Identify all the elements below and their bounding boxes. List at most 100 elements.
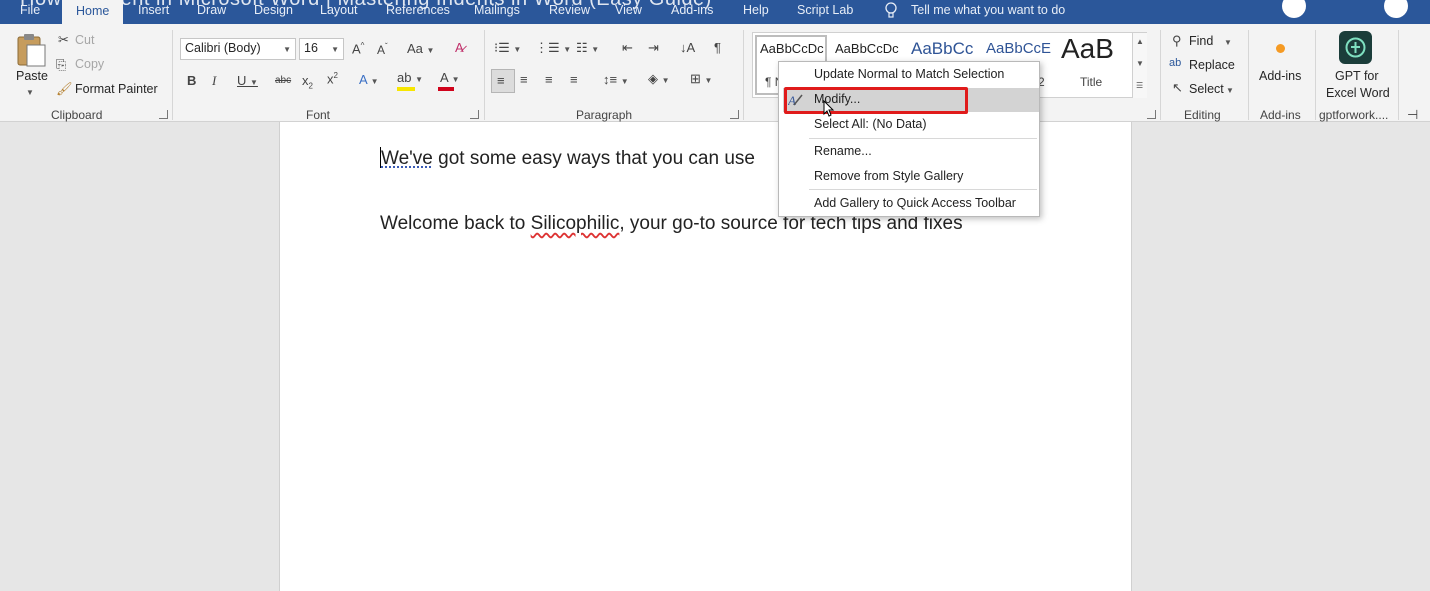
font-color-bar (438, 87, 454, 91)
chevron-down-icon[interactable]: ▼ (1136, 59, 1144, 68)
tab-layout[interactable]: Layout (320, 3, 358, 17)
italic-icon[interactable]: I (212, 73, 216, 89)
add-ins-icon[interactable] (1276, 44, 1285, 53)
gpt-logo-icon[interactable] (1339, 31, 1372, 64)
tab-file[interactable]: File (20, 3, 40, 17)
line-spacing-icon[interactable]: ↕≡ ▼ (603, 72, 629, 87)
copy-icon[interactable]: ⎘ (56, 57, 66, 73)
tab-insert[interactable]: Insert (138, 3, 169, 17)
tab-add-ins[interactable]: Add-ins (671, 3, 713, 17)
chevron-up-icon[interactable]: ▲ (1136, 37, 1144, 46)
pin-ribbon-icon[interactable]: ⊣ (1407, 107, 1418, 123)
tab-draw[interactable]: Draw (197, 3, 226, 17)
font-size-select[interactable]: 16 ▼ (299, 38, 344, 60)
underline-icon[interactable]: U ▼ (237, 73, 258, 88)
find-icon[interactable]: ⚲ (1172, 33, 1182, 49)
paragraph-launcher-icon[interactable] (730, 110, 739, 119)
copy-button[interactable]: Copy (75, 57, 104, 71)
scissors-icon[interactable]: ✂ (58, 32, 69, 48)
find-button[interactable]: Find (1189, 34, 1213, 48)
align-center-icon[interactable]: ≡ (520, 72, 528, 87)
style-preview-heading2: AaBbCcE (986, 40, 1052, 57)
tab-view[interactable]: View (615, 3, 642, 17)
gallery-scroll[interactable]: ▲ ▼ ☰ (1132, 33, 1147, 98)
paste-icon[interactable] (14, 32, 48, 68)
subscript-icon[interactable]: x2 (302, 73, 313, 91)
justify-icon[interactable]: ≡ (570, 72, 578, 87)
editing-group-label: Editing (1184, 108, 1221, 122)
align-left-button[interactable]: ≡ (491, 69, 515, 93)
style-preview-heading1: AaBbCc (911, 39, 974, 58)
strikethrough-icon[interactable]: abc (275, 75, 291, 86)
paragraph-group-label: Paragraph (576, 108, 633, 122)
clear-formatting-icon[interactable]: A̷ (455, 40, 464, 55)
decrease-indent-icon[interactable]: ⇤ (622, 40, 633, 56)
chevron-down-icon[interactable]: ▼ (1224, 38, 1232, 47)
line1-text: got some easy ways that you can use (432, 148, 755, 169)
tab-script-lab[interactable]: Script Lab (797, 3, 853, 17)
menu-item-add-gallery-qat[interactable]: Add Gallery to Quick Access Toolbar (814, 196, 1016, 210)
document-line-1[interactable]: We've got some easy ways that you can us… (380, 147, 755, 170)
group-divider (172, 30, 173, 120)
mouse-pointer-icon (823, 100, 835, 117)
menu-item-remove-from-gallery[interactable]: Remove from Style Gallery (814, 169, 963, 183)
grow-font-icon[interactable]: A^ (352, 41, 364, 56)
format-painter-icon[interactable]: 🖌 (56, 81, 73, 97)
menu-tab-bar: How to Indent in Microsoft Word | Master… (0, 0, 1430, 24)
tab-review[interactable]: Review (549, 3, 590, 17)
chevron-down-icon[interactable]: ▼ (26, 88, 34, 97)
styles-launcher-icon[interactable] (1147, 110, 1156, 119)
word-silicophilic: Silicophilic (530, 213, 620, 234)
clipboard-launcher-icon[interactable] (159, 110, 168, 119)
tab-mailings[interactable]: Mailings (474, 3, 520, 17)
tab-references[interactable]: References (386, 3, 450, 17)
menu-item-select-all[interactable]: Select All: (No Data) (814, 117, 927, 131)
bold-icon[interactable]: B (187, 73, 196, 88)
replace-button[interactable]: Replace (1189, 58, 1235, 72)
font-group-label: Font (306, 108, 331, 122)
format-painter-button[interactable]: Format Painter (75, 82, 158, 96)
menu-item-rename[interactable]: Rename... (814, 144, 872, 158)
tab-home[interactable]: Home (62, 0, 124, 24)
line2-text-start: Welcome back to (380, 213, 531, 234)
chevron-down-icon: ▼ (331, 45, 339, 54)
numbering-icon[interactable]: ⋮☰ ▼ (535, 40, 571, 56)
multilevel-list-icon[interactable]: ☷ ▼ (576, 40, 599, 56)
shading-icon[interactable]: ◈ ▼ (648, 71, 670, 87)
sort-icon[interactable]: ↓A (680, 40, 695, 55)
group-divider (1398, 30, 1399, 120)
word-weve: We've (381, 148, 433, 169)
style-preview-title: AaB (1061, 33, 1114, 64)
show-formatting-icon[interactable]: ¶ (714, 40, 721, 55)
cut-button[interactable]: Cut (75, 33, 94, 47)
increase-indent-icon[interactable]: ⇥ (648, 40, 659, 56)
gpt-button-line1[interactable]: GPT for (1335, 69, 1379, 83)
font-color-icon[interactable]: A ▼ (440, 70, 460, 85)
align-right-icon[interactable]: ≡ (545, 72, 553, 87)
menu-item-update-normal[interactable]: Update Normal to Match Selection (814, 67, 1004, 81)
font-name-value: Calibri (Body) (185, 41, 261, 55)
select-button[interactable]: Select (1189, 82, 1224, 96)
group-divider (743, 30, 744, 120)
tab-design[interactable]: Design (254, 3, 293, 17)
shrink-font-icon[interactable]: Aˇ (377, 42, 388, 57)
more-icon[interactable]: ☰ (1136, 81, 1143, 90)
paste-button[interactable]: Paste (16, 69, 48, 83)
select-cursor-icon[interactable]: ↖ (1172, 80, 1183, 96)
add-ins-button[interactable]: Add-ins (1259, 69, 1301, 83)
change-case-icon[interactable]: Aa ▼ (407, 41, 434, 56)
font-name-select[interactable]: Calibri (Body) ▼ (180, 38, 296, 60)
chevron-down-icon[interactable]: ▼ (1226, 86, 1234, 95)
highlight-icon[interactable]: ab ▼ (397, 70, 423, 85)
text-effects-icon[interactable]: A ▼ (359, 72, 379, 87)
tab-help[interactable]: Help (743, 3, 769, 17)
gpt-button-line2[interactable]: Excel Word (1326, 86, 1390, 100)
font-launcher-icon[interactable] (470, 110, 479, 119)
tell-me-search[interactable]: Tell me what you want to do (911, 3, 1065, 17)
superscript-icon[interactable]: x2 (327, 71, 338, 86)
lightbulb-icon (885, 2, 897, 18)
replace-icon[interactable]: ab (1169, 57, 1181, 69)
align-left-icon: ≡ (497, 73, 505, 88)
borders-icon[interactable]: ⊞ ▼ (690, 71, 712, 87)
bullets-icon[interactable]: ⁝☰ ▼ (494, 40, 521, 56)
